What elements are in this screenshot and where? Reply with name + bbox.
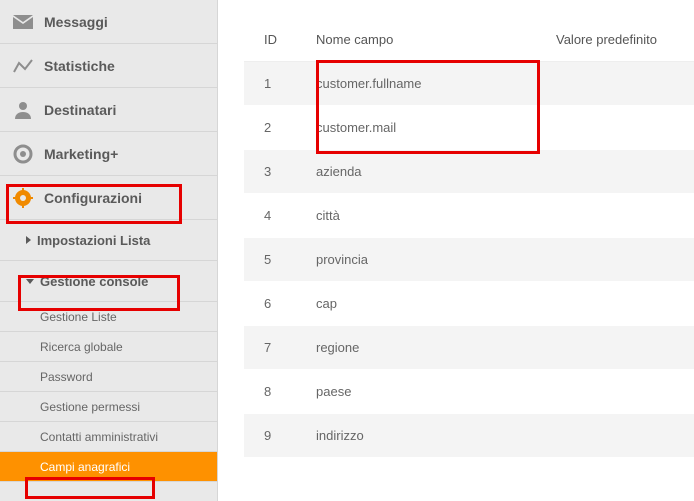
- cell-name: regione: [304, 326, 544, 370]
- cell-default: [544, 414, 694, 458]
- section-gestione-console: Gestione console Gestione Liste Ricerca …: [0, 261, 217, 482]
- nav-configurazioni[interactable]: Configurazioni: [0, 176, 217, 220]
- cell-id: 9: [244, 414, 304, 458]
- cell-default: [544, 326, 694, 370]
- chevron-down-icon: [26, 279, 34, 284]
- section-label: Impostazioni Lista: [37, 233, 150, 248]
- sidebar-item-gestione-permessi[interactable]: Gestione permessi: [0, 391, 217, 421]
- section-items: Gestione Liste Ricerca globale Password …: [0, 301, 217, 481]
- cell-name: provincia: [304, 238, 544, 282]
- cell-id: 8: [244, 370, 304, 414]
- col-header-name[interactable]: Nome campo: [304, 18, 544, 62]
- sidebar-item-password[interactable]: Password: [0, 361, 217, 391]
- nav-label: Messaggi: [44, 14, 108, 30]
- nav-label: Marketing+: [44, 146, 118, 162]
- nav-label: Destinatari: [44, 102, 116, 118]
- cell-default: [544, 106, 694, 150]
- table-row[interactable]: 9indirizzo: [244, 414, 694, 458]
- cell-default: [544, 238, 694, 282]
- table-body: 1customer.fullname2customer.mail3azienda…: [244, 62, 694, 458]
- nav-label: Configurazioni: [44, 190, 142, 206]
- cell-name: customer.mail: [304, 106, 544, 150]
- stats-icon: [12, 55, 34, 77]
- main-content: ID Nome campo Valore predefinito 1custom…: [218, 0, 694, 501]
- cell-id: 1: [244, 62, 304, 106]
- section-impostazioni-lista: Impostazioni Lista: [0, 220, 217, 261]
- sidebar-item-contatti-amministrativi[interactable]: Contatti amministrativi: [0, 421, 217, 451]
- sidebar-item-campi-anagrafici[interactable]: Campi anagrafici: [0, 451, 217, 481]
- table-row[interactable]: 3azienda: [244, 150, 694, 194]
- cell-id: 3: [244, 150, 304, 194]
- cell-id: 6: [244, 282, 304, 326]
- table-row[interactable]: 1customer.fullname: [244, 62, 694, 106]
- sidebar-item-gestione-liste[interactable]: Gestione Liste: [0, 301, 217, 331]
- user-icon: [12, 99, 34, 121]
- section-header-impostazioni-lista[interactable]: Impostazioni Lista: [0, 220, 217, 260]
- cell-name: azienda: [304, 150, 544, 194]
- cell-default: [544, 150, 694, 194]
- table-row[interactable]: 6cap: [244, 282, 694, 326]
- table-row[interactable]: 4città: [244, 194, 694, 238]
- nav-marketing[interactable]: Marketing+: [0, 132, 217, 176]
- table-header-row: ID Nome campo Valore predefinito: [244, 18, 694, 62]
- cell-name: indirizzo: [304, 414, 544, 458]
- table-row[interactable]: 8paese: [244, 370, 694, 414]
- target-icon: [12, 143, 34, 165]
- sidebar: Messaggi Statistiche Destinatari Marketi…: [0, 0, 218, 501]
- cell-id: 2: [244, 106, 304, 150]
- col-header-id[interactable]: ID: [244, 18, 304, 62]
- section-label: Gestione console: [40, 274, 148, 289]
- chevron-right-icon: [26, 236, 31, 244]
- cell-id: 7: [244, 326, 304, 370]
- nav-label: Statistiche: [44, 58, 115, 74]
- table-row[interactable]: 5provincia: [244, 238, 694, 282]
- cell-name: customer.fullname: [304, 62, 544, 106]
- section-header-gestione-console[interactable]: Gestione console: [0, 261, 217, 301]
- table-row[interactable]: 7regione: [244, 326, 694, 370]
- cell-name: cap: [304, 282, 544, 326]
- table-row[interactable]: 2customer.mail: [244, 106, 694, 150]
- nav-statistiche[interactable]: Statistiche: [0, 44, 217, 88]
- cell-name: città: [304, 194, 544, 238]
- col-header-default[interactable]: Valore predefinito: [544, 18, 694, 62]
- gear-icon: [12, 187, 34, 209]
- cell-default: [544, 62, 694, 106]
- sidebar-item-ricerca-globale[interactable]: Ricerca globale: [0, 331, 217, 361]
- mail-icon: [12, 11, 34, 33]
- cell-id: 4: [244, 194, 304, 238]
- cell-default: [544, 282, 694, 326]
- nav-destinatari[interactable]: Destinatari: [0, 88, 217, 132]
- cell-name: paese: [304, 370, 544, 414]
- fields-table: ID Nome campo Valore predefinito 1custom…: [244, 18, 694, 458]
- cell-default: [544, 370, 694, 414]
- cell-id: 5: [244, 238, 304, 282]
- cell-default: [544, 194, 694, 238]
- nav-messaggi[interactable]: Messaggi: [0, 0, 217, 44]
